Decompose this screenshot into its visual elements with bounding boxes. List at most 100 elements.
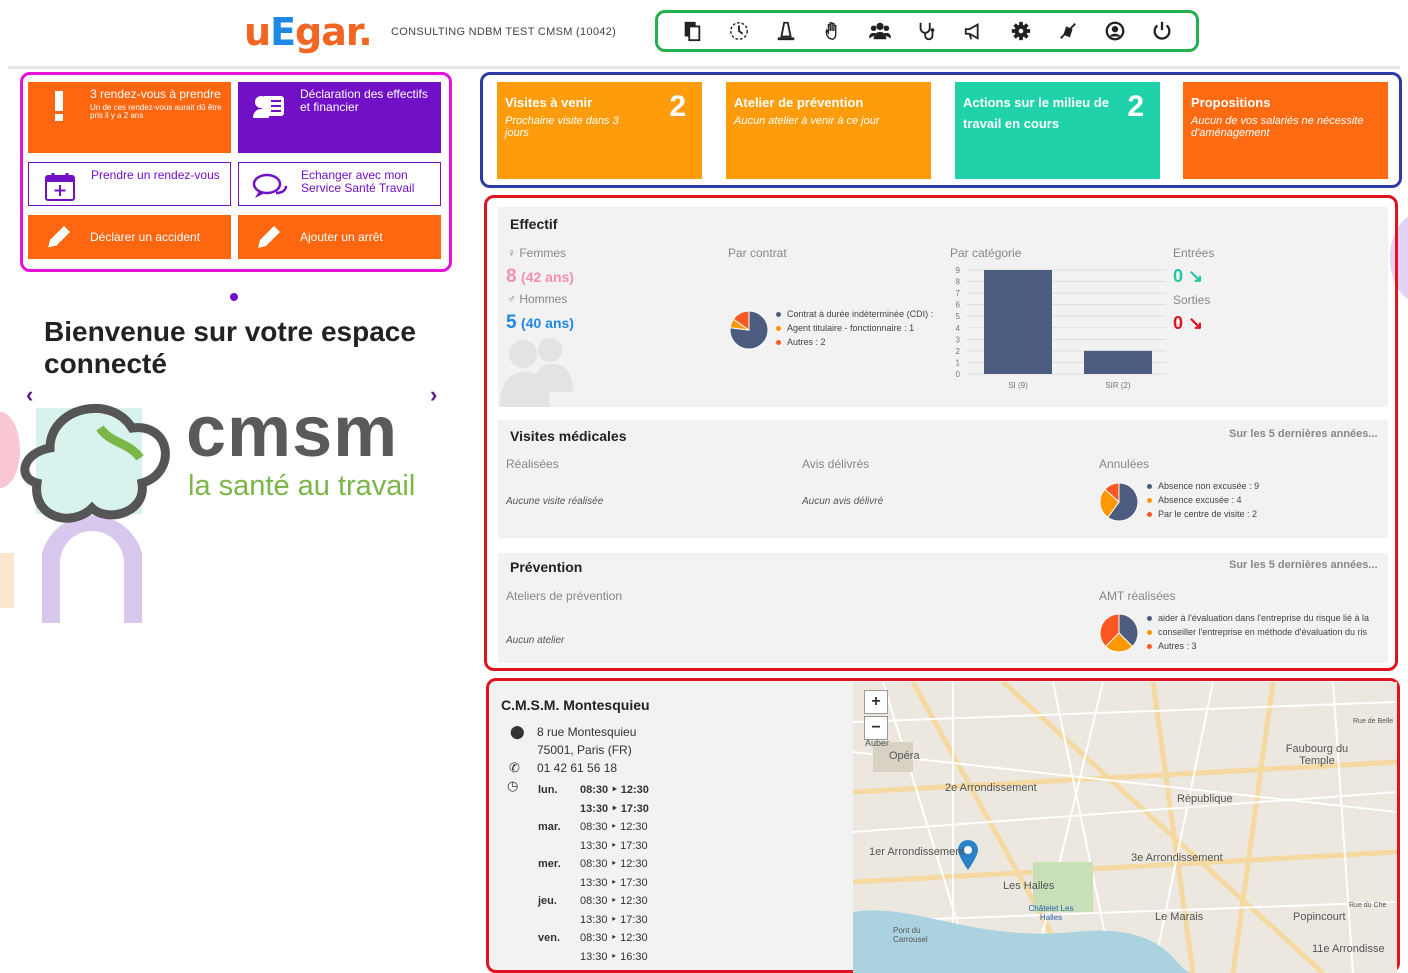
declare-accident-tile[interactable]: Déclarer un accident (28, 215, 231, 259)
legend-label: Autres : 2 (787, 337, 826, 347)
declaration-label: Déclaration des effectifs et financier (300, 87, 428, 114)
map-label: 2e Arrondissement (945, 782, 1037, 794)
day-label: jeu. (538, 895, 557, 907)
morning-hours: 08:30 ‣ 12:30 (580, 932, 648, 944)
femmes-stats: 8 (42 ans) (506, 266, 574, 287)
legend-item: Autres : 3 (1147, 639, 1381, 653)
par-contrat-label: Par contrat (728, 246, 787, 260)
clinic-phone: 01 42 61 56 18 (537, 761, 618, 775)
legend-item: Autres : 2 (776, 335, 946, 349)
kpi-subtitle: Aucun de vos salariés ne nécessite d'amé… (1191, 115, 1364, 139)
legend-swatch (1147, 512, 1152, 518)
clinic-address-line1: 8 rue Montesquieu (537, 725, 637, 739)
carousel-next-arrow[interactable]: › (430, 382, 437, 408)
day-label: mar. (538, 821, 561, 833)
history-icon[interactable] (724, 16, 754, 46)
cancelled-legend: Absence non excusée : 9 Absence excusée :… (1147, 479, 1347, 521)
y-tick-label: 9 (956, 266, 961, 275)
opening-hours-table: lun. 08:30 ‣ 12:30 13:30 ‣ 17:30 mar. 08:30 … (532, 780, 655, 967)
add-leave-tile[interactable]: Ajouter un arrêt (238, 215, 441, 259)
visites-title: Visites médicales (510, 428, 627, 444)
map-label: Popincourt (1293, 911, 1346, 923)
realisees-label: Réalisées (506, 457, 559, 471)
prevention-title: Prévention (510, 559, 583, 575)
main-toolbar (655, 10, 1199, 52)
uegar-logo[interactable]: uEgar. (244, 12, 373, 52)
mute-icon[interactable] (1053, 16, 1083, 46)
appointments-to-book-tile[interactable]: 3 rendez-vous à prendre Un de ces rendez-… (28, 82, 231, 153)
header-divider (8, 66, 1400, 69)
kpi-card[interactable]: Actions sur le milieu de travail en cour… (955, 82, 1160, 179)
hand-icon[interactable] (818, 16, 848, 46)
stethoscope-icon[interactable] (912, 16, 942, 46)
contract-pie-chart (729, 310, 769, 350)
declaration-tile[interactable]: Déclaration des effectifs et financier (238, 82, 441, 153)
organization-name: CONSULTING NDBM TEST CMSM (10042) (391, 26, 617, 38)
avis-label: Avis délivrés (802, 457, 870, 471)
legend-label: Absence excusée : 4 (1158, 495, 1242, 505)
y-tick-label: 8 (956, 278, 961, 287)
entrees-value: 0 ↘ (1173, 266, 1204, 286)
legend-swatch (776, 326, 781, 332)
y-tick-label: 6 (956, 301, 961, 310)
effectif-title: Effectif (510, 216, 558, 232)
y-tick-label: 7 (956, 289, 961, 298)
chat-service-label: Echanger avec mon Service Santé Travail (301, 168, 415, 195)
afternoon-hours: 13:30 ‣ 17:30 (580, 913, 648, 926)
hours-row: ven. 08:30 ‣ 12:30 (534, 930, 653, 947)
kpi-title: Actions sur le milieu de travail en cour… (963, 95, 1109, 131)
book-appointment-tile[interactable]: Prendre un rendez-vous (28, 162, 231, 206)
settings-icon[interactable] (1006, 16, 1036, 46)
realisees-note: Aucune visite réalisée (506, 496, 604, 507)
location-icon: ⬤ (510, 724, 525, 739)
legend-item: Contrat à durée indéterminée (CDI) : (776, 307, 946, 321)
clinic-address-line2: 75001, Paris (FR) (537, 743, 632, 757)
map-label: Les Halles (1003, 880, 1055, 892)
map-view[interactable]: + − Auber Opéra 2e Arrondissement Républ… (853, 682, 1397, 973)
legend-swatch (776, 340, 781, 346)
legend-label: aider à l'évaluation dans l'entreprise d… (1158, 613, 1370, 623)
id-card-icon (246, 88, 292, 124)
hours-row: lun. 08:30 ‣ 12:30 (534, 782, 653, 799)
y-tick-label: 0 (956, 370, 961, 379)
afternoon-hours: 13:30 ‣ 16:30 (580, 950, 648, 963)
documents-icon[interactable] (677, 16, 707, 46)
clock-icon: ◷ (507, 778, 519, 793)
legend-swatch (1147, 484, 1152, 490)
hours-row: 13:30 ‣ 16:30 (534, 949, 653, 966)
afternoon-hours: 13:30 ‣ 17:30 (580, 876, 648, 889)
account-icon[interactable] (1100, 16, 1130, 46)
y-tick-label: 4 (956, 324, 961, 333)
day-label: lun. (538, 784, 558, 796)
workplace-icon[interactable] (771, 16, 801, 46)
arrow-down-right-icon: ↘ (1188, 313, 1204, 333)
annulees-label: Annulées (1099, 457, 1150, 471)
morning-hours: 08:30 ‣ 12:30 (580, 784, 649, 796)
employees-icon[interactable] (865, 16, 895, 46)
hours-row: mer. 08:30 ‣ 12:30 (534, 856, 653, 873)
appointments-to-book-label: 3 rendez-vous à prendre (90, 87, 221, 101)
kpi-card[interactable]: Propositions Aucun de vos salariés ne néc… (1183, 82, 1388, 179)
header: uEgar. CONSULTING NDBM TEST CMSM (10042) (0, 0, 1408, 66)
welcome-title: Bienvenue sur votre espace connecté (44, 316, 416, 379)
hours-row: 13:30 ‣ 17:30 (534, 875, 653, 892)
carousel-indicator[interactable] (230, 293, 238, 301)
kpi-card[interactable]: Atelier de prévention Aucun atelier à ven… (726, 82, 931, 179)
kpi-card[interactable]: Visites à venir Prochaine visite dans 3 j… (497, 82, 702, 179)
calendar-add-icon (37, 169, 83, 205)
legend-swatch (1147, 498, 1152, 504)
clinic-name: C.M.S.M. Montesquieu (501, 697, 650, 713)
afternoon-hours: 13:30 ‣ 17:30 (580, 839, 648, 852)
legend-label: Agent titulaire - fonctionnaire : 1 (787, 323, 915, 333)
zoom-out-button[interactable]: − (864, 716, 888, 740)
legend-swatch (776, 312, 781, 318)
hommes-label: ♂ Hommes (507, 292, 568, 306)
zoom-in-button[interactable]: + (864, 690, 888, 714)
prevention-history-link[interactable]: Sur les 5 dernières années... (1229, 559, 1378, 571)
megaphone-icon[interactable] (959, 16, 989, 46)
legend-item: conseiller l'entreprise en méthode d'éva… (1147, 625, 1381, 639)
visites-history-link[interactable]: Sur les 5 dernières années... (1229, 428, 1378, 440)
map-label: Opéra (889, 750, 920, 762)
power-icon[interactable] (1147, 16, 1177, 46)
chat-service-tile[interactable]: Echanger avec mon Service Santé Travail (238, 162, 441, 206)
